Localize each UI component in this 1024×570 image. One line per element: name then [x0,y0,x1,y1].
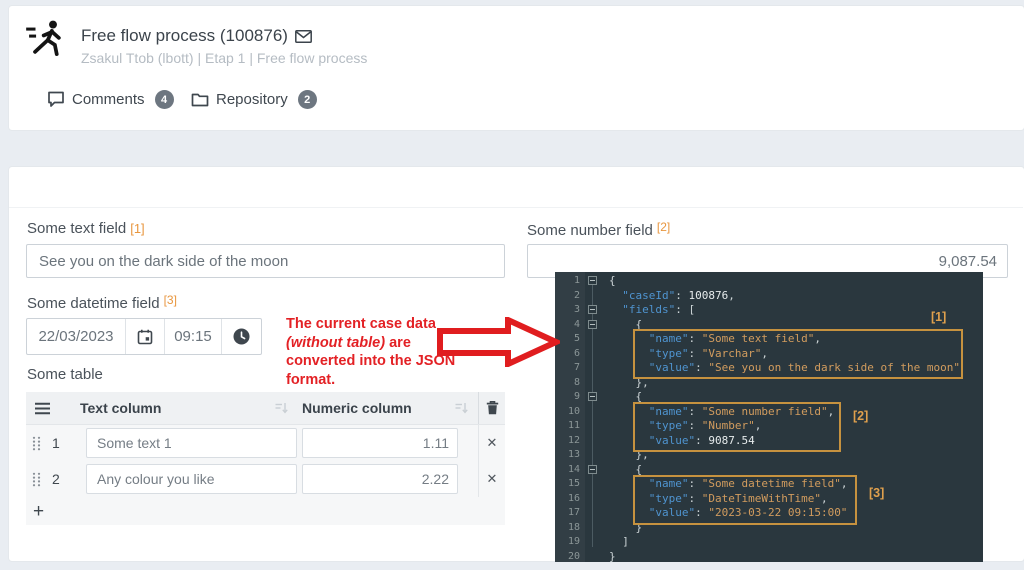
table-rows: 1✕2✕ [26,425,505,497]
code-line: 19 ] [555,535,983,550]
tab-comments-label: Comments [72,91,145,108]
running-process-icon [26,20,61,57]
case-header-card: Free flow process (100876) Zsakul Ttob (… [8,5,1024,131]
line-number: 1 [573,275,580,286]
number-field-ref: [2] [656,220,671,234]
clock-icon [233,328,250,345]
case-subtitle: Zsakul Ttob (lbott) | Etap 1 | Free flow… [81,50,368,66]
code-line: 2 "caseId": 100876, [555,289,983,304]
clock-button[interactable] [222,319,261,354]
envelope-icon[interactable] [294,29,312,43]
code-fold-icon[interactable] [588,464,597,474]
line-number: 16 [567,492,580,504]
column-header-text[interactable]: Text column [80,400,161,416]
section-divider [9,207,1023,208]
row-number: 1 [52,435,60,451]
datetime-field-ref: [3] [163,293,177,307]
tab-comments[interactable]: Comments 4 [47,90,174,109]
text-field-input[interactable] [26,244,505,278]
line-number: 18 [567,521,580,533]
datetime-field-label: Some datetime field [3] [27,293,177,312]
json-code-panel: 1{2 "caseId": 100876, 3 "fields": [4 {5 "… [555,272,983,565]
trash-icon[interactable] [486,401,499,415]
speech-bubble-icon [48,91,64,107]
comments-count-badge: 4 [154,90,174,109]
code-fold-icon[interactable] [588,305,597,314]
numeric-cell-input[interactable] [302,464,458,494]
json-ref-3: [3] [869,486,885,500]
json-ref-1: [1] [931,310,947,324]
json-ref-2: [2] [853,409,869,423]
json-highlight-box-3 [633,475,857,525]
repository-count-badge: 2 [297,90,317,109]
line-number: 3 [573,304,580,315]
line-number: 15 [567,478,580,489]
drag-handle-icon[interactable] [32,472,41,487]
datetime-field-group: 22/03/2023 09:15 [26,318,262,355]
calendar-icon [137,329,153,344]
row-number: 2 [52,471,60,487]
line-number: 8 [573,376,580,388]
json-highlight-box-2 [633,402,841,452]
numeric-cell-input[interactable] [302,428,458,458]
editable-table: Text column Numeric column 1 Some text 1… [26,392,505,525]
line-number: 9 [573,391,580,402]
code-fold-icon[interactable] [588,276,597,285]
drag-handle-icon[interactable] [32,436,41,451]
page-title: Free flow process (100876) [81,26,288,45]
line-number: 19 [567,536,580,547]
tab-repository-label: Repository [216,91,288,108]
table-header: Text column Numeric column [26,392,505,425]
line-number: 10 [567,405,580,417]
table-footer: + [26,497,505,525]
table-label: Some table [27,366,103,383]
date-input[interactable]: 22/03/2023 [27,319,126,354]
table-row: 1✕ [26,425,505,461]
calendar-button[interactable] [126,319,165,354]
text-field-ref: [1] [130,221,145,236]
text-cell-input[interactable] [86,428,297,458]
text-field-label: Some text field [1] [27,220,145,237]
line-number: 13 [567,449,580,460]
line-number: 2 [573,289,580,301]
code-line: 3 "fields": [ [555,303,983,318]
line-number: 17 [567,507,580,518]
code-fold-icon[interactable] [588,319,597,329]
page: Free flow process (100876) Zsakul Ttob (… [0,0,1024,570]
folder-icon [191,93,209,107]
delete-row-button[interactable]: ✕ [487,435,498,451]
tab-repository[interactable]: Repository 2 [191,90,317,109]
text-cell-input[interactable] [86,464,297,494]
sort-icon[interactable] [455,402,468,414]
line-number: 14 [567,463,580,475]
delete-row-button[interactable]: ✕ [487,471,498,487]
table-row: 2✕ [26,461,505,497]
json-highlight-box-1 [633,329,963,379]
annotation-line: format. [286,371,336,388]
code-line: 20} [555,550,983,565]
time-input[interactable]: 09:15 [165,319,222,354]
number-field-label: Some number field [2] [527,220,671,239]
sort-icon[interactable] [275,402,288,414]
hamburger-icon[interactable] [34,402,51,415]
code-line: 1{ [555,274,983,289]
annotation-arrow [437,317,560,367]
column-header-numeric[interactable]: Numeric column [302,400,412,416]
line-number: 12 [567,434,580,446]
line-number: 11 [567,420,580,431]
line-number: 20 [567,550,580,562]
add-row-button[interactable]: + [33,502,44,521]
code-fold-icon[interactable] [588,392,597,401]
